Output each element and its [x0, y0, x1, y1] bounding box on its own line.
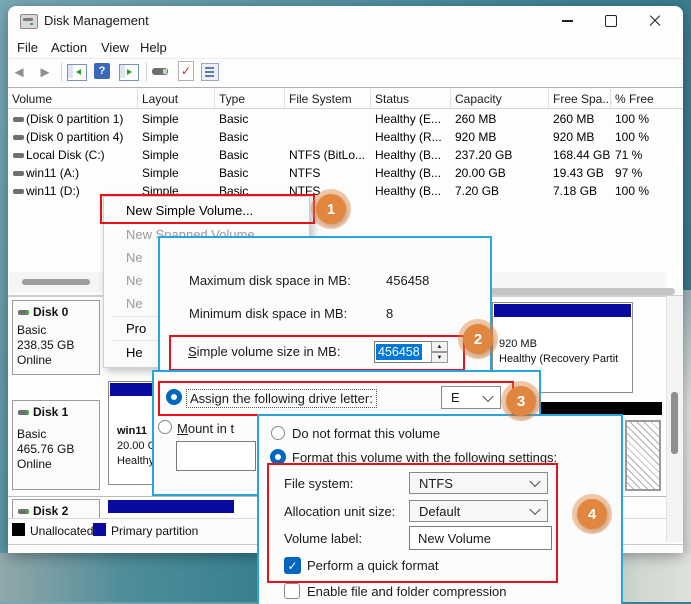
- annotation-box-3: [158, 381, 514, 416]
- disk0-info-box[interactable]: Disk 0 Basic 238.35 GB Online: [12, 300, 100, 375]
- disk2-info-box[interactable]: Disk 2: [12, 499, 100, 518]
- app-icon: [20, 14, 38, 29]
- close-icon: [649, 15, 661, 27]
- col-file-system[interactable]: File System: [289, 92, 352, 106]
- table-row[interactable]: win11 (A:) Simple Basic NTFS Healthy (B.…: [8, 164, 683, 182]
- min-space-label: Minimum disk space in MB:: [189, 306, 347, 321]
- disk2-partition-bar[interactable]: [108, 500, 234, 513]
- disk-icon: [18, 310, 29, 315]
- col-free-space[interactable]: Free Spa...: [553, 92, 612, 106]
- minimize-icon: [562, 20, 573, 22]
- col-pct-free[interactable]: % Free: [615, 92, 654, 106]
- annotation-box-1: [100, 194, 315, 224]
- do-not-format-label: Do not format this volume: [292, 426, 440, 441]
- back-icon[interactable]: ◄: [8, 62, 30, 82]
- disk1-unallocated-region[interactable]: [625, 420, 661, 491]
- compression-checkbox[interactable]: [284, 583, 300, 599]
- step-badge-2: 2: [463, 324, 493, 354]
- desktop-wallpaper-right: [683, 290, 691, 553]
- v-scrollbar-thumb[interactable]: [671, 392, 678, 454]
- check-disk-icon[interactable]: ✓: [178, 61, 194, 81]
- toolbar-separator: [61, 62, 62, 82]
- mount-path-input[interactable]: [176, 441, 256, 471]
- menu-help[interactable]: Help: [133, 37, 174, 58]
- table-row[interactable]: (Disk 0 partition 4) Simple Basic Health…: [8, 128, 683, 146]
- step-badge-4: 4: [577, 499, 607, 529]
- step-badge-3: 3: [506, 386, 536, 416]
- table-row[interactable]: Local Disk (C:) Simple Basic NTFS (BitLo…: [8, 146, 683, 164]
- console-tree-icon[interactable]: [67, 64, 87, 81]
- help-icon[interactable]: ?: [94, 63, 110, 79]
- h-scrollbar-thumb[interactable]: [22, 279, 90, 285]
- partition-color-bar: [494, 304, 631, 317]
- header-bottom-border: [8, 108, 683, 109]
- legend-label: Primary partition: [111, 524, 198, 538]
- attach-vhd-icon[interactable]: [152, 68, 168, 75]
- forward-icon[interactable]: ►: [34, 62, 56, 82]
- col-volume[interactable]: Volume: [12, 92, 52, 106]
- volume-icon: [13, 135, 24, 140]
- disk-icon: [18, 509, 29, 514]
- close-button[interactable]: [633, 6, 677, 36]
- legend-label: Unallocated: [30, 524, 93, 538]
- desktop: { "window": { "title": "Disk Management"…: [0, 0, 691, 602]
- col-capacity[interactable]: Capacity: [455, 92, 502, 106]
- window-title: Disk Management: [44, 13, 149, 28]
- maximize-icon: [605, 15, 617, 27]
- annotation-box-4: [267, 463, 558, 583]
- legend-swatch-primary: [93, 523, 106, 536]
- table-row[interactable]: (Disk 0 partition 1) Simple Basic Health…: [8, 110, 683, 128]
- step-badge-1: 1: [316, 194, 346, 224]
- action-pane-icon[interactable]: [119, 64, 139, 81]
- volume-icon: [13, 117, 24, 122]
- maximize-button[interactable]: [589, 6, 633, 36]
- compression-label: Enable file and folder compression: [307, 584, 506, 599]
- col-status[interactable]: Status: [375, 92, 409, 106]
- min-space-value: 8: [386, 306, 393, 321]
- legend-swatch-unallocated: [12, 523, 25, 536]
- menu-action[interactable]: Action: [44, 37, 94, 58]
- menu-file[interactable]: File: [10, 37, 45, 58]
- volume-icon: [13, 189, 24, 194]
- col-type[interactable]: Type: [219, 92, 245, 106]
- volume-icon: [13, 171, 24, 176]
- annotation-box-2: [169, 335, 465, 371]
- disk1-info-box[interactable]: Disk 1 Basic 465.76 GB Online: [12, 400, 100, 490]
- mount-folder-radio[interactable]: [158, 420, 172, 434]
- disk-icon: [18, 410, 29, 415]
- volume-icon: [13, 153, 24, 158]
- max-space-value: 456458: [386, 273, 429, 288]
- do-not-format-radio[interactable]: [271, 426, 285, 440]
- menubar-divider: [8, 58, 683, 59]
- task-list-icon[interactable]: [201, 63, 219, 81]
- minimize-button[interactable]: [545, 6, 589, 36]
- divider-bar: [487, 288, 675, 295]
- mount-folder-label: Mount in t: [177, 421, 255, 436]
- table-top-border: [8, 87, 683, 88]
- max-space-label: Maximum disk space in MB:: [189, 273, 351, 288]
- toolbar-separator: [146, 62, 147, 82]
- col-layout[interactable]: Layout: [142, 92, 178, 106]
- menu-view[interactable]: View: [94, 37, 136, 58]
